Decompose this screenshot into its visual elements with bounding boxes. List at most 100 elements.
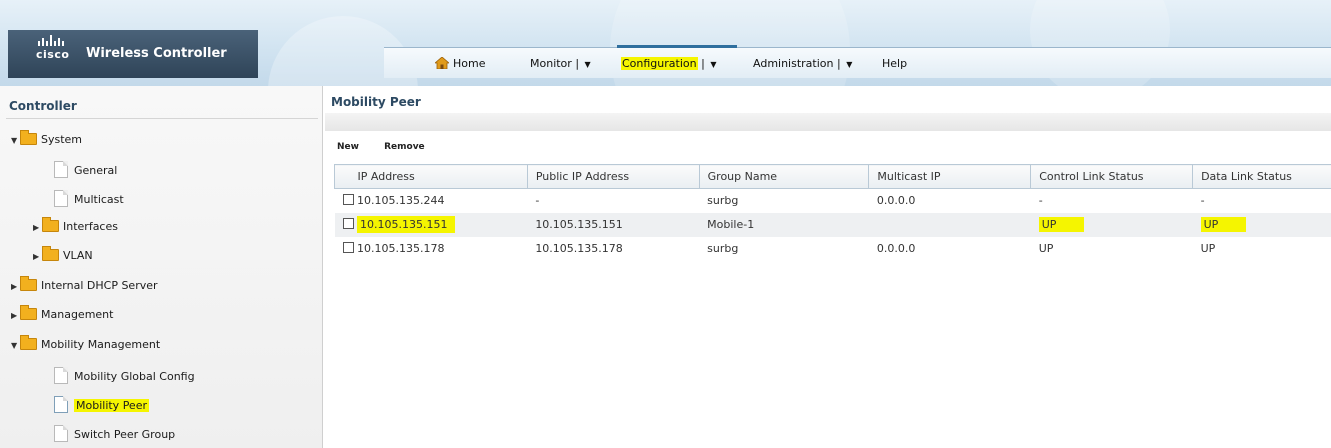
nav-monitor[interactable]: Monitor | ▼ [530,57,591,70]
expanded-arrow-icon[interactable]: ▼ [11,341,20,350]
tree-item-switch-peer-group[interactable]: Switch Peer Group [54,425,175,447]
tree-item-vlan[interactable]: ▶ VLAN [33,246,93,271]
nav-home-label: Home [453,57,486,70]
home-icon [435,57,449,69]
sidebar-title: Controller [9,99,77,113]
sidebar: Controller ▼ System General Multicast ▶ In… [0,86,323,448]
mobility-peer-table: IP Address Public IP Address Group Name … [334,164,1331,261]
multicast-ip-cell: 0.0.0.0 [876,194,916,208]
nav-help[interactable]: Help [882,57,907,70]
tree-item-label: Interfaces [63,220,118,233]
top-navigation: Home Monitor | ▼ Configuration | ▼ Admin… [384,45,1331,78]
tree-item-multicast[interactable]: Multicast [54,190,124,212]
main-content: Mobility Peer New Remove IP Address Publ… [323,86,1331,448]
status-value: UP [1038,217,1085,232]
column-header-label: IP Address [357,170,415,183]
tree-item-mobility-management[interactable]: ▼ Mobility Management [11,335,161,360]
tree-item-internal-dhcp-server[interactable]: ▶ Internal DHCP Server [11,276,158,301]
tree-item-system[interactable]: ▼ System [11,130,83,155]
folder-icon [20,276,37,291]
group-name-cell: surbg [707,242,739,255]
status-value: UP [1200,217,1247,232]
nav-administration-label: Administration [753,57,834,70]
page-title: Mobility Peer [331,95,421,109]
page-icon [54,161,68,178]
remove-button[interactable]: Remove [384,142,425,152]
row-checkbox[interactable] [342,242,354,253]
folder-icon [20,305,37,320]
table-row[interactable]: 10.105.135.244 - surbg 0.0.0.0 - - [335,189,1331,213]
tree-item-interfaces[interactable]: ▶ Interfaces [33,217,118,242]
ip-cell: 10.105.135.244 [335,189,528,213]
nav-home[interactable]: Home [435,57,485,70]
column-header-public-ip[interactable]: Public IP Address [526,164,700,189]
divider [6,118,318,119]
product-title: Wireless Controller [86,46,227,61]
table-header-row: IP Address Public IP Address Group Name … [334,164,1331,189]
public-ip-cell: 10.105.135.178 [535,242,623,255]
ip-cell: 10.105.135.178 [335,237,528,261]
control-link-status-cell: - [1038,194,1043,208]
tree-item-label: VLAN [63,249,93,262]
tree-item-label: General [74,164,118,177]
page-icon [54,425,68,442]
title-band [325,113,1331,131]
chevron-down-icon[interactable]: ▼ [585,60,591,69]
nav-separator: | [837,57,841,70]
nav-administration[interactable]: Administration | ▼ [753,57,852,70]
table-row[interactable]: 10.105.135.178 10.105.135.178 surbg 0.0.… [335,237,1331,261]
page-icon [54,190,68,207]
folder-open-icon [20,130,37,145]
chevron-down-icon[interactable]: ▼ [710,60,716,69]
tree-item-label: Management [41,308,114,321]
ip-cell: 10.105.135.151 [334,212,528,237]
nav-separator: | [575,57,580,70]
folder-icon [42,246,59,261]
tree-item-label: Mobility Peer [74,399,149,412]
page-icon [54,367,68,384]
tree-item-mobility-peer[interactable]: Mobility Peer [54,396,149,418]
public-ip-cell: 10.105.135.151 [527,212,700,237]
nav-help-label: Help [882,57,908,70]
folder-open-icon [20,335,37,350]
column-header-multicast-ip[interactable]: Multicast IP [868,164,1032,189]
toolbar: New Remove [337,142,447,152]
collapsed-arrow-icon[interactable]: ▶ [33,252,42,261]
collapsed-arrow-icon[interactable]: ▶ [11,282,20,291]
page-icon [54,396,68,413]
column-header-group-name[interactable]: Group Name [698,164,870,189]
group-name-cell: Mobile-1 [699,212,869,237]
tree-item-general[interactable]: General [54,161,117,183]
brand-word: cisco [36,48,70,61]
data-link-status-cell: - [1200,194,1205,208]
column-header-control-link-status[interactable]: Control Link Status [1030,164,1194,189]
cisco-logo-icon [38,35,64,46]
tree-item-management[interactable]: ▶ Management [11,305,114,330]
multicast-ip-cell: 0.0.0.0 [876,242,916,255]
collapsed-arrow-icon[interactable]: ▶ [11,311,20,320]
nav-configuration[interactable]: Configuration | ▼ [621,57,716,70]
tree-item-mobility-global-config[interactable]: Mobility Global Config [54,367,195,389]
tree-item-label: Mobility Management [41,338,161,351]
active-tab-indicator [617,45,737,48]
column-header-data-link-status[interactable]: Data Link Status [1192,164,1331,189]
expanded-arrow-icon[interactable]: ▼ [11,136,20,145]
chevron-down-icon[interactable]: ▼ [846,60,852,69]
brand-banner: cisco Wireless Controller [8,30,258,78]
collapsed-arrow-icon[interactable]: ▶ [33,223,42,232]
data-link-status-cell: UP [1192,212,1331,237]
column-header-ip[interactable]: IP Address [334,164,528,189]
tree-item-label: System [41,133,83,146]
new-button[interactable]: New [337,142,359,152]
nav-monitor-label: Monitor [530,57,572,70]
row-checkbox[interactable] [342,218,354,229]
tree-item-label: Internal DHCP Server [41,279,158,292]
control-link-status-cell: UP [1030,212,1193,237]
row-checkbox[interactable] [342,194,354,206]
app-header: cisco Wireless Controller Home Monitor |… [0,0,1331,86]
control-link-status-cell: UP [1038,242,1054,255]
tree-item-label: Mobility Global Config [74,370,195,383]
folder-icon [42,217,59,232]
table-row[interactable]: 10.105.135.151 10.105.135.151 Mobile-1 U… [334,212,1331,237]
tree-item-label: Switch Peer Group [74,428,176,441]
